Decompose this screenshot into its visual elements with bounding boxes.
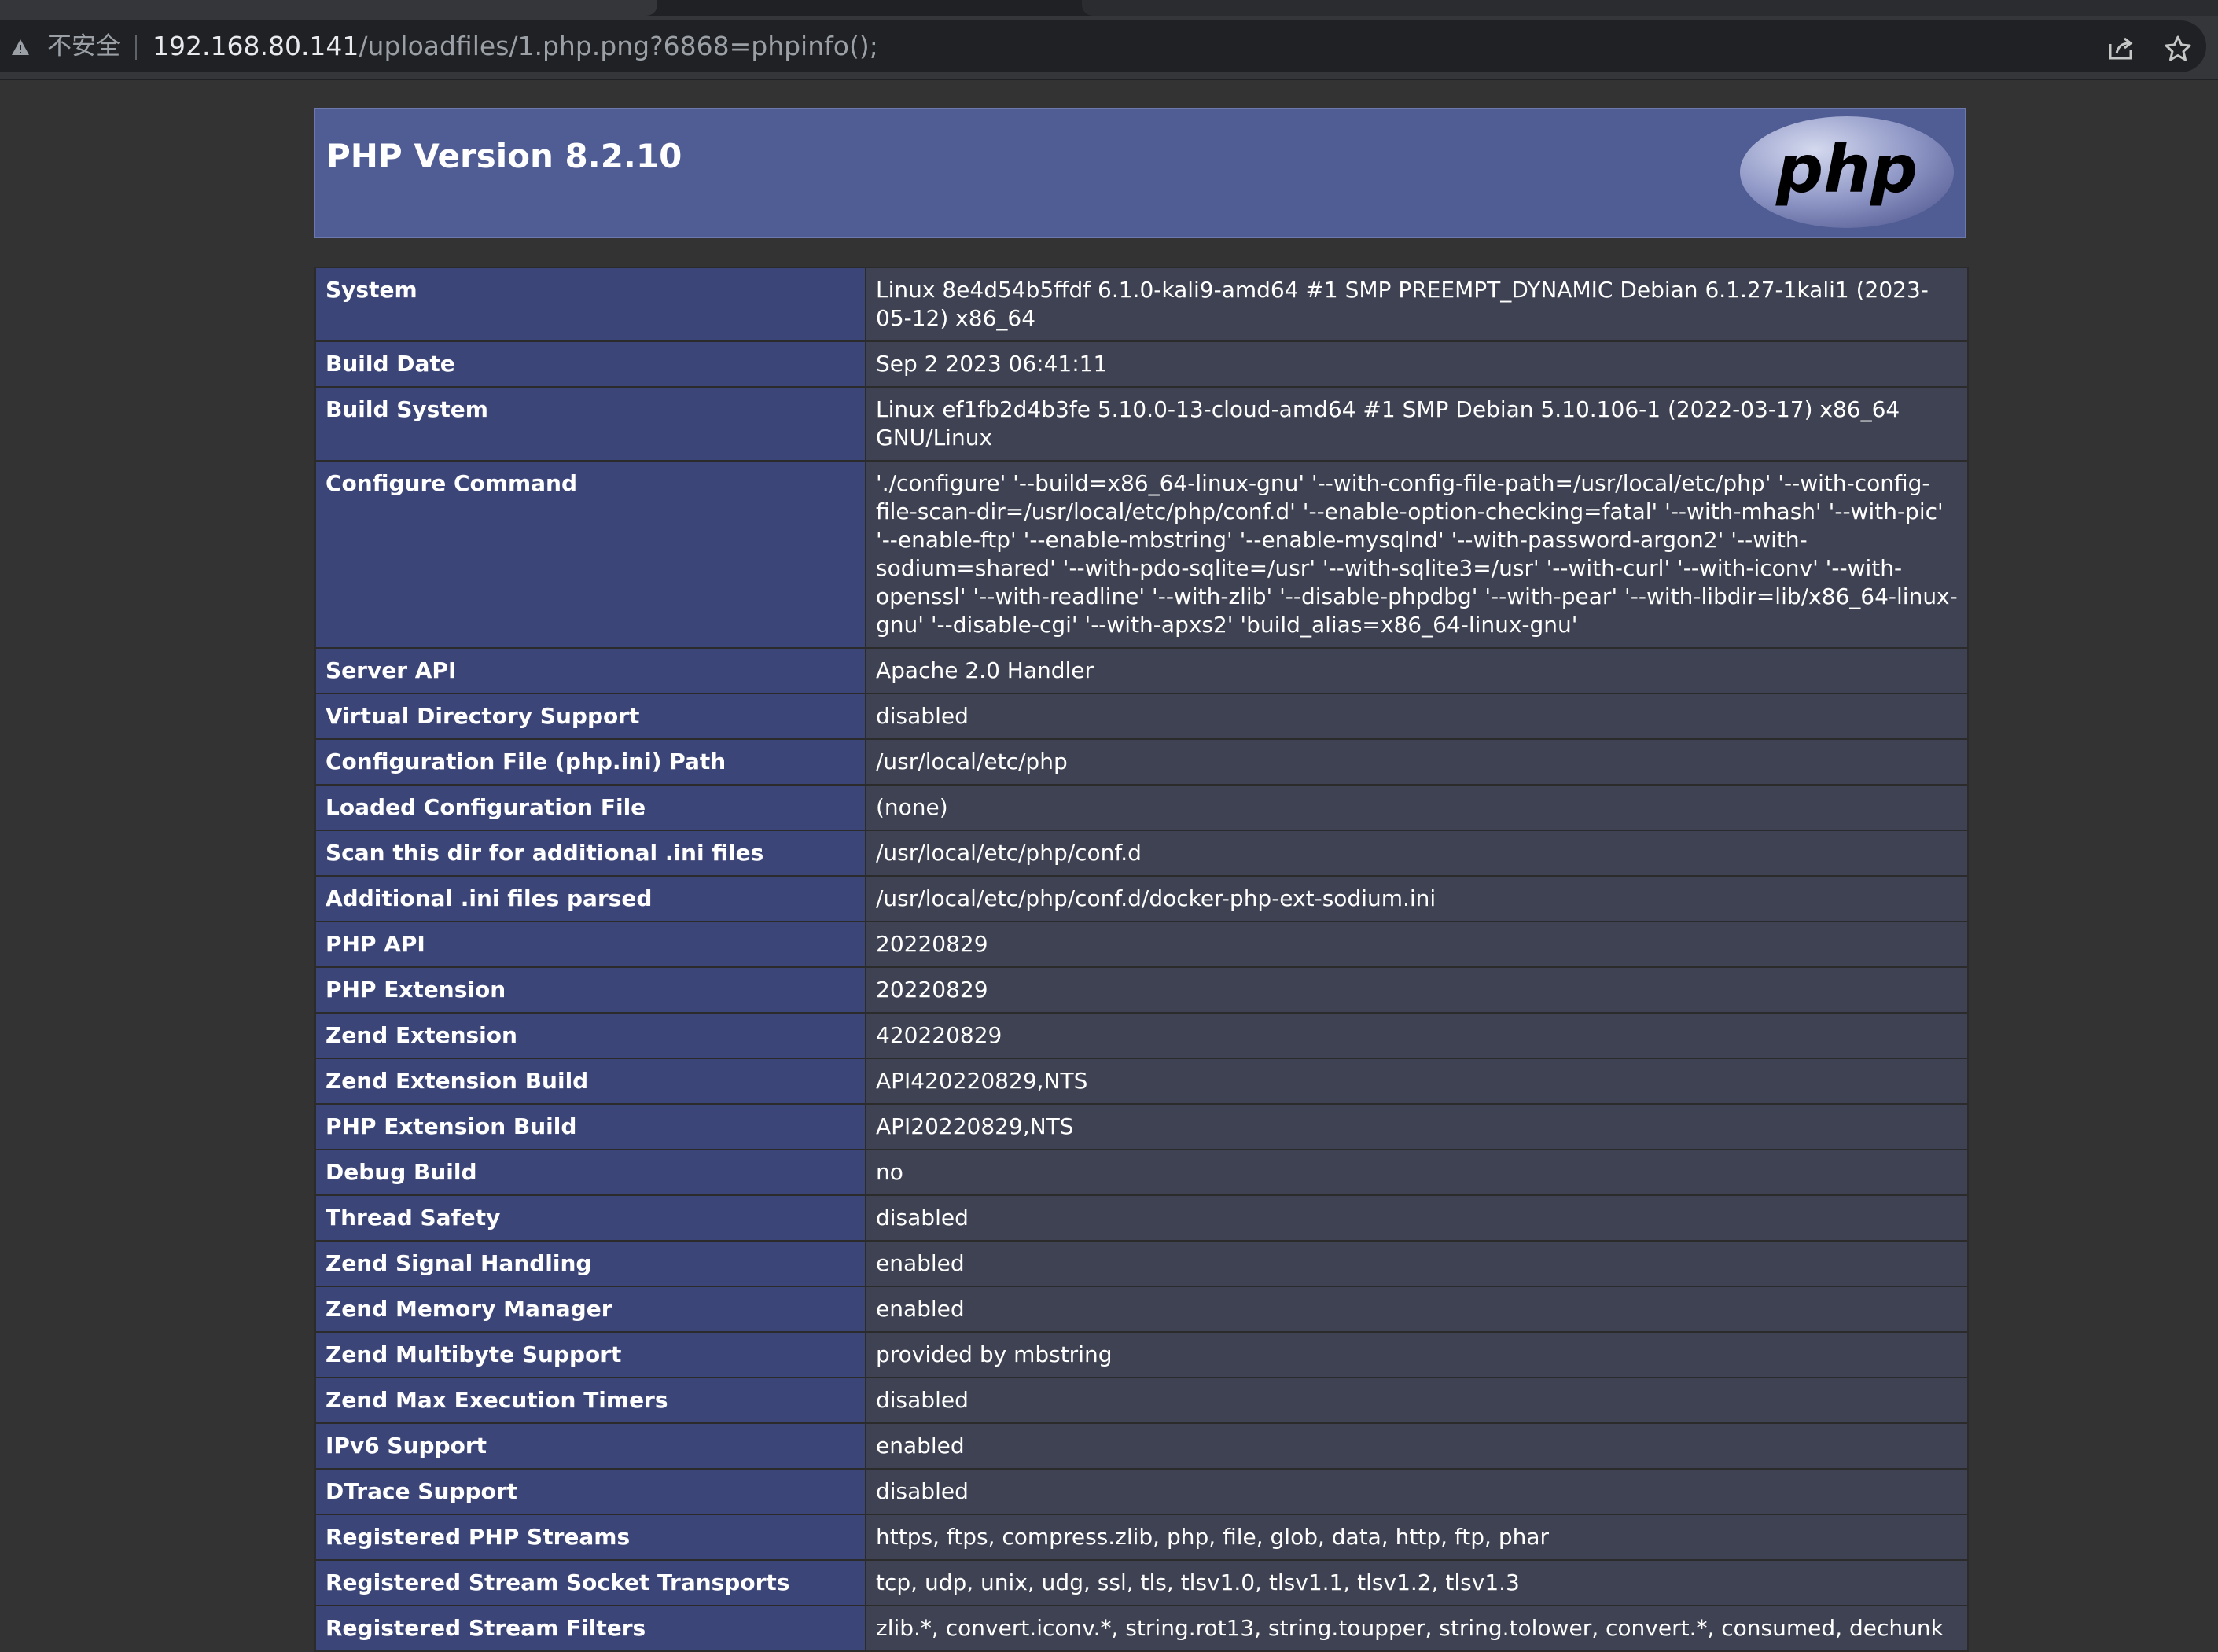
info-row: DTrace Support disabled — [314, 1468, 1969, 1515]
info-value: disabled — [865, 693, 1969, 740]
info-value: /usr/local/etc/php/conf.d — [865, 830, 1969, 877]
info-key: Loaded Configuration File — [314, 784, 866, 831]
info-value: 20220829 — [865, 966, 1969, 1014]
info-row: Zend Multibyte Support provided by mbstri… — [314, 1331, 1969, 1378]
info-key: Build Date — [314, 340, 866, 388]
info-row: Configure Command './configure' '--build=… — [314, 460, 1969, 649]
info-row: Zend Memory Manager enabled — [314, 1286, 1969, 1333]
browser-toolbar: 不安全 192.168.80.141/uploadfiles/1.php.png… — [0, 16, 2218, 80]
info-value: disabled — [865, 1468, 1969, 1515]
tab-active[interactable] — [0, 0, 657, 16]
warning-icon[interactable] — [11, 38, 30, 57]
info-key: DTrace Support — [314, 1468, 866, 1515]
info-key: Configure Command — [314, 460, 866, 649]
share-icon[interactable] — [2107, 36, 2135, 61]
php-logo-text: php — [1775, 131, 1918, 208]
info-value: Sep 2 2023 06:41:11 — [865, 340, 1969, 388]
info-key: PHP API — [314, 921, 866, 968]
info-key: PHP Extension — [314, 966, 866, 1014]
info-key: Virtual Directory Support — [314, 693, 866, 740]
info-key: Zend Max Execution Timers — [314, 1377, 866, 1424]
info-key: Zend Memory Manager — [314, 1286, 866, 1333]
info-row: Registered PHP Streams https, ftps, compr… — [314, 1514, 1969, 1561]
info-key: Scan this dir for additional .ini files — [314, 830, 866, 877]
info-row: Virtual Directory Support disabled — [314, 693, 1969, 740]
info-key: Server API — [314, 647, 866, 694]
info-row: Zend Signal Handling enabled — [314, 1240, 1969, 1287]
info-row: Thread Safety disabled — [314, 1194, 1969, 1242]
info-row: Zend Max Execution Timers disabled — [314, 1377, 1969, 1424]
info-key: Zend Signal Handling — [314, 1240, 866, 1287]
url-path: /uploadfiles/1.php.png?6868=phpinfo(); — [359, 31, 878, 61]
security-label[interactable]: 不安全 — [47, 32, 120, 61]
php-version-header: PHP Version 8.2.10 php — [314, 108, 1966, 238]
info-value: no — [865, 1149, 1969, 1196]
info-value: API20220829,NTS — [865, 1103, 1969, 1150]
info-value: 420220829 — [865, 1012, 1969, 1059]
info-row: Scan this dir for additional .ini files /… — [314, 830, 1969, 877]
info-key: Zend Multibyte Support — [314, 1331, 866, 1378]
info-row: Server API Apache 2.0 Handler — [314, 647, 1969, 694]
page-title: PHP Version 8.2.10 — [326, 137, 682, 175]
info-value: enabled — [865, 1422, 1969, 1470]
info-value: https, ftps, compress.zlib, php, file, g… — [865, 1514, 1969, 1561]
tab-strip — [0, 0, 2218, 16]
info-row: PHP API 20220829 — [314, 921, 1969, 968]
info-value: disabled — [865, 1194, 1969, 1242]
info-row: Configuration File (php.ini) Path/usr/lo… — [314, 738, 1969, 786]
info-value: enabled — [865, 1240, 1969, 1287]
info-row: System Linux 8e4d54b5ffdf 6.1.0-kali9-amd… — [314, 267, 1969, 342]
info-key: System — [314, 267, 866, 342]
info-value: zlib.*, convert.iconv.*, string.rot13, s… — [865, 1605, 1969, 1652]
info-row: Zend Extension 420220829 — [314, 1012, 1969, 1059]
info-row: Loaded Configuration File (none) — [314, 784, 1969, 831]
info-value: API420220829,NTS — [865, 1058, 1969, 1105]
info-row: Additional .ini files parsed/usr/local/e… — [314, 875, 1969, 922]
php-logo: php — [1740, 116, 1954, 228]
info-key: Registered PHP Streams — [314, 1514, 866, 1561]
info-key: Configuration File (php.ini) Path — [314, 738, 866, 786]
info-value: provided by mbstring — [865, 1331, 1969, 1378]
info-row: Build System Linux ef1fb2d4b3fe 5.10.0-13… — [314, 386, 1969, 462]
info-row: Zend Extension Build API420220829,NTS — [314, 1058, 1969, 1105]
address-bar[interactable]: 不安全 192.168.80.141/uploadfiles/1.php.png… — [0, 20, 2206, 72]
phpinfo-page: PHP Version 8.2.10 php System Linux 8e4d5… — [314, 108, 1969, 1652]
info-row: PHP Extension 20220829 — [314, 966, 1969, 1014]
info-key: Thread Safety — [314, 1194, 866, 1242]
info-value: './configure' '--build=x86_64-linux-gnu'… — [865, 460, 1969, 649]
info-key: Zend Extension — [314, 1012, 866, 1059]
bookmark-star-icon[interactable] — [2164, 35, 2192, 63]
info-row: Debug Build no — [314, 1149, 1969, 1196]
info-value: /usr/local/etc/php/conf.d/docker-php-ext… — [865, 875, 1969, 922]
info-key: Zend Extension Build — [314, 1058, 866, 1105]
info-row: IPv6 Support enabled — [314, 1422, 1969, 1470]
info-row: Build Date Sep 2 2023 06:41:11 — [314, 340, 1969, 388]
info-key: Registered Stream Filters — [314, 1605, 866, 1652]
info-value: /usr/local/etc/php — [865, 738, 1969, 786]
omnibox-divider — [135, 35, 137, 60]
info-value: Linux ef1fb2d4b3fe 5.10.0-13-cloud-amd64… — [865, 386, 1969, 462]
info-key: Build System — [314, 386, 866, 462]
tab-inactive[interactable] — [1082, 0, 2218, 16]
info-value: (none) — [865, 784, 1969, 831]
info-key: Debug Build — [314, 1149, 866, 1196]
url-text[interactable]: 192.168.80.141/uploadfiles/1.php.png?686… — [153, 31, 878, 61]
info-value: disabled — [865, 1377, 1969, 1424]
info-key: Additional .ini files parsed — [314, 875, 866, 922]
info-row: Registered Stream Filters zlib.*, convert… — [314, 1605, 1969, 1652]
info-value: Linux 8e4d54b5ffdf 6.1.0-kali9-amd64 #1 … — [865, 267, 1969, 342]
info-key: PHP Extension Build — [314, 1103, 866, 1150]
info-value: 20220829 — [865, 921, 1969, 968]
url-host: 192.168.80.141 — [153, 31, 359, 61]
info-row: PHP Extension Build API20220829,NTS — [314, 1103, 1969, 1150]
info-value: Apache 2.0 Handler — [865, 647, 1969, 694]
info-table: System Linux 8e4d54b5ffdf 6.1.0-kali9-amd… — [314, 267, 1969, 1652]
info-key: IPv6 Support — [314, 1422, 866, 1470]
info-value: enabled — [865, 1286, 1969, 1333]
